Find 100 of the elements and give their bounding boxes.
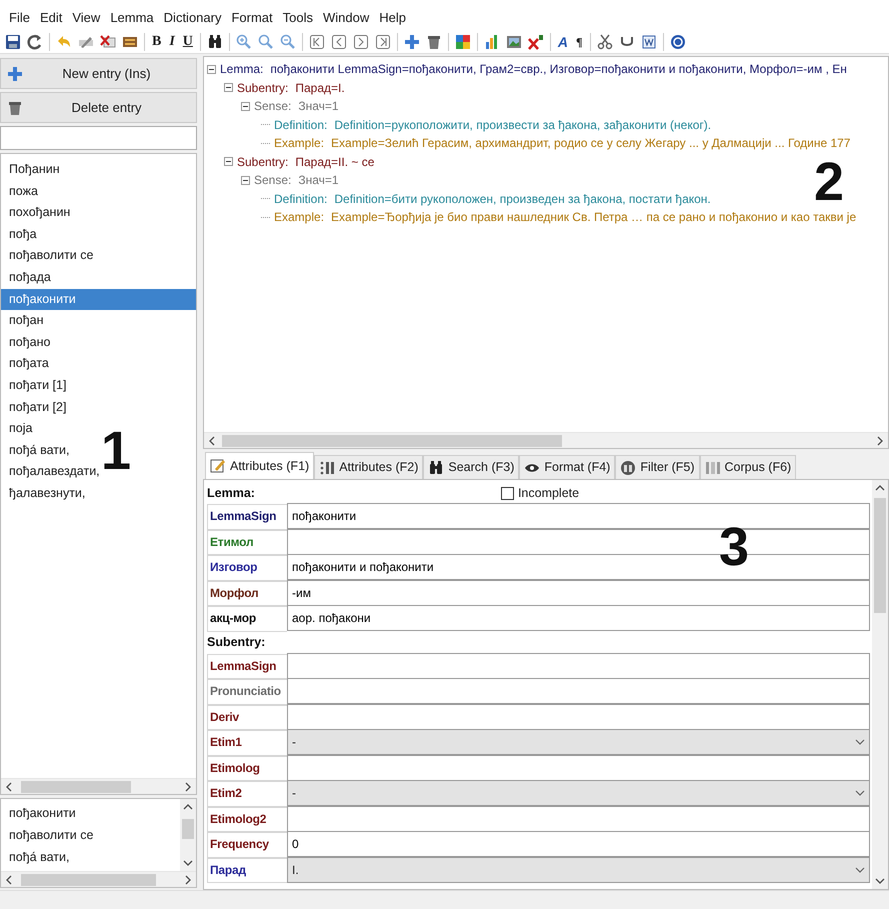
edit-icon: [210, 458, 226, 474]
input-field[interactable]: [287, 652, 870, 678]
tree-node-label[interactable]: Sense:: [254, 171, 292, 190]
horizontal-scrollbar[interactable]: [1, 778, 196, 794]
collapse-icon[interactable]: [241, 102, 250, 111]
menu-item[interactable]: Format: [226, 8, 278, 28]
tab[interactable]: Format (F4): [519, 455, 616, 479]
search-field[interactable]: [0, 126, 197, 150]
chevron-left-icon[interactable]: [208, 436, 216, 446]
entry-list-item[interactable]: пођан: [1, 310, 196, 332]
menu-item[interactable]: Window: [318, 8, 374, 28]
new-entry-button[interactable]: New entry (Ins): [0, 58, 197, 89]
toolbar-button[interactable]: U: [178, 30, 197, 52]
chevron-right-icon[interactable]: [184, 874, 192, 884]
input-field[interactable]: [287, 806, 870, 832]
first-icon[interactable]: [308, 34, 325, 50]
cross-icon[interactable]: [528, 34, 544, 50]
chevron-down-icon[interactable]: [183, 859, 193, 867]
incomplete-checkbox[interactable]: [500, 486, 514, 500]
entry-list-item[interactable]: пођада: [1, 266, 196, 289]
tab[interactable]: Attributes (F2): [314, 455, 424, 479]
dropdown-field[interactable]: -: [287, 780, 870, 806]
menu-item[interactable]: Lemma: [105, 8, 159, 28]
trash-icon[interactable]: [426, 34, 442, 50]
tree-node-label[interactable]: Example:: [274, 134, 324, 152]
input-field[interactable]: 0: [287, 831, 870, 857]
entry-list-item[interactable]: пођаконити: [1, 288, 196, 310]
collapse-icon[interactable]: [207, 64, 216, 74]
entry-list-item[interactable]: пођати [1]: [1, 374, 196, 397]
delete-entry-button[interactable]: Delete entry: [0, 92, 197, 123]
horizontal-scrollbar[interactable]: [1, 871, 196, 887]
add-icon[interactable]: [404, 34, 420, 50]
tab[interactable]: Corpus (F6): [700, 455, 796, 479]
tab[interactable]: Search (F3): [423, 455, 520, 479]
entry-list-item[interactable]: пођаволити се: [1, 245, 196, 267]
entry-list-item[interactable]: пожа: [1, 180, 196, 202]
last-icon[interactable]: [374, 34, 391, 50]
recent-entry[interactable]: пођаконити: [1, 802, 180, 824]
bar-chart-icon[interactable]: [484, 34, 500, 50]
refresh-icon[interactable]: [27, 34, 43, 50]
entry-list-item[interactable]: похођанин: [1, 202, 196, 224]
menu-item[interactable]: Dictionary: [158, 8, 226, 28]
save-icon[interactable]: [5, 34, 21, 50]
chevron-right-icon[interactable]: [184, 782, 192, 792]
delete-icon[interactable]: [100, 34, 116, 50]
collapse-icon[interactable]: [224, 83, 233, 92]
menu-item[interactable]: View: [67, 8, 106, 28]
entry-list-item[interactable]: Пођанин: [1, 159, 196, 181]
tree-node-text: Definition=бити рукоположен, произведен за ђакона, постати ђакон.: [334, 190, 711, 208]
chevron-right-icon[interactable]: [876, 436, 884, 446]
menu-item[interactable]: Help: [374, 8, 411, 28]
chevron-left-icon[interactable]: [5, 782, 13, 792]
input-field[interactable]: аор. пођакони: [287, 605, 870, 631]
previous-icon[interactable]: [330, 34, 347, 50]
tree-node-label[interactable]: Example:: [274, 208, 324, 226]
dropdown-field[interactable]: -: [287, 729, 870, 755]
tree-node-label[interactable]: Lemma:: [220, 60, 264, 78]
entry-list-item[interactable]: пођата: [1, 353, 196, 375]
binoculars-icon[interactable]: [206, 34, 223, 50]
tree-node-label[interactable]: Definition:: [274, 190, 328, 208]
entry-list-item[interactable]: ђалавезнути,: [1, 482, 196, 504]
menu-item[interactable]: Tools: [278, 8, 318, 28]
next-icon[interactable]: [352, 34, 369, 50]
horizontal-scrollbar[interactable]: [204, 432, 888, 448]
collapse-icon[interactable]: [224, 157, 233, 166]
tree-node-label[interactable]: Definition:: [274, 116, 328, 134]
chevron-down-icon: [855, 739, 865, 745]
dropdown-field[interactable]: I.: [287, 856, 870, 882]
tab[interactable]: Attributes (F1): [205, 452, 314, 479]
toolbar-button[interactable]: B: [148, 30, 166, 52]
document-icon[interactable]: [640, 34, 657, 50]
scrollbar-thumb[interactable]: [182, 819, 194, 839]
collapse-icon[interactable]: [241, 176, 250, 185]
chevron-up-icon[interactable]: [875, 484, 885, 492]
chevron-up-icon[interactable]: [183, 803, 193, 811]
input-field[interactable]: [287, 704, 870, 730]
toolbar-button[interactable]: A: [554, 30, 572, 52]
toolbar-button[interactable]: I: [165, 30, 179, 52]
tab[interactable]: Filter (F5): [615, 455, 700, 479]
recent-entry[interactable]: пођаволити се: [1, 824, 180, 846]
tree-node-label[interactable]: Subentry:: [237, 78, 288, 97]
input-field[interactable]: [287, 678, 870, 704]
colored-squares-icon[interactable]: [454, 34, 471, 50]
entry-list-item[interactable]: пођати [2]: [1, 396, 196, 418]
menu-item[interactable]: Edit: [34, 8, 68, 28]
input-field[interactable]: [287, 754, 870, 780]
scissors-icon[interactable]: [596, 34, 613, 50]
menu-item[interactable]: File: [4, 8, 35, 28]
chevron-left-icon[interactable]: [5, 874, 13, 884]
recent-entry[interactable]: пођа́ вати,: [1, 846, 180, 868]
picture-icon[interactable]: [506, 34, 522, 50]
vertical-scrollbar[interactable]: [180, 799, 196, 871]
vertical-scrollbar[interactable]: [872, 480, 888, 889]
input-field[interactable]: -им: [287, 580, 870, 606]
toolbar-button[interactable]: ¶: [572, 30, 587, 52]
entry-list-item[interactable]: пођа: [1, 224, 196, 246]
scrollbar-thumb[interactable]: [874, 498, 886, 613]
tree-node-label[interactable]: Subentry:: [237, 152, 288, 171]
entry-list-item[interactable]: пођано: [1, 332, 196, 354]
tree-node-label[interactable]: Sense:: [254, 97, 292, 116]
